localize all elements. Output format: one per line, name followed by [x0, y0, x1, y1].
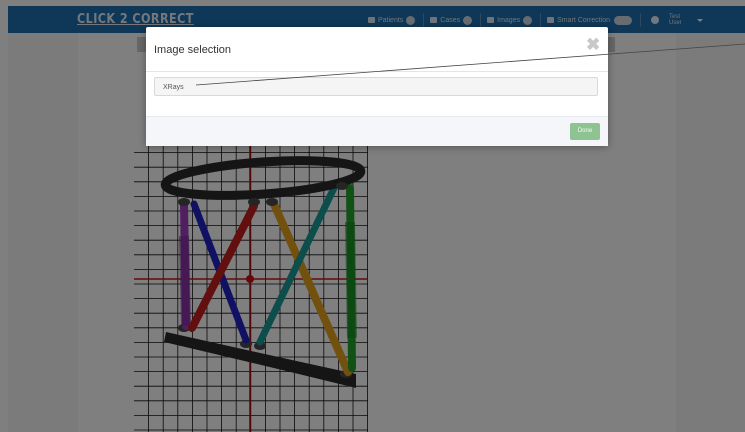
- modal-header: Image selection ✖: [146, 27, 608, 72]
- modal-footer: Done: [146, 116, 608, 146]
- app-root: CLICK 2 CORRECT Patients Cases Images: [0, 0, 745, 432]
- image-type-select[interactable]: XRays: [154, 77, 598, 96]
- image-selection-dialog: Image selection ✖ XRays Done: [146, 27, 608, 146]
- done-button[interactable]: Done: [570, 123, 600, 140]
- modal-body: XRays: [146, 72, 608, 116]
- close-icon[interactable]: ✖: [586, 36, 600, 53]
- modal-title: Image selection: [154, 44, 232, 56]
